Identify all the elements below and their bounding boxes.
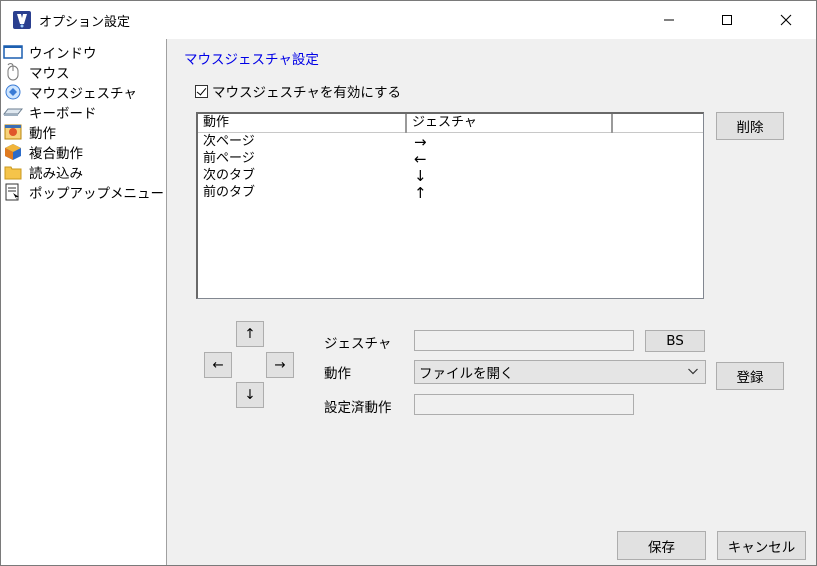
- gesture-label: ジェスチャ: [324, 336, 392, 352]
- sidebar-item-label: マウスジェスチャ: [29, 86, 137, 102]
- table-row[interactable]: 前ページ ←: [198, 151, 703, 168]
- section-title: マウスジェスチャ設定: [184, 52, 319, 68]
- window-title: オプション設定: [39, 15, 131, 30]
- row-gesture: →: [414, 133, 427, 151]
- table-row[interactable]: 前のタブ ↑: [198, 185, 703, 202]
- category-sidebar: ウインドウ マウス マウスジェスチャ キーボード 動作 複合動作 読み込み ポッ…: [1, 39, 167, 565]
- keyboard-icon: [3, 103, 23, 121]
- assigned-action-label: 設定済動作: [324, 400, 392, 416]
- mouse-icon: [3, 63, 23, 81]
- chevron-down-icon: [687, 365, 699, 381]
- action-selected-value: ファイルを開く: [419, 366, 514, 382]
- sidebar-item-compound-action[interactable]: 複合動作: [3, 142, 83, 162]
- table-row[interactable]: 次ページ →: [198, 134, 703, 151]
- gesture-field[interactable]: [414, 330, 634, 351]
- backspace-button[interactable]: BS: [645, 330, 705, 352]
- column-header-gesture[interactable]: ジェスチャ: [407, 114, 613, 133]
- gesture-right-button[interactable]: →: [266, 352, 294, 378]
- row-gesture: ←: [414, 150, 427, 168]
- list-header: 動作 ジェスチャ: [198, 114, 703, 133]
- enable-gesture-label: マウスジェスチャを有効にする: [212, 85, 401, 101]
- sidebar-item-label: 複合動作: [29, 146, 83, 162]
- sidebar-item-mouse-gesture[interactable]: マウスジェスチャ: [3, 82, 137, 102]
- compound-action-icon: [3, 143, 23, 161]
- options-dialog: オプション設定 ウインドウ マウス マウスジェスチャ キーボード 動作 複合動作…: [0, 0, 817, 566]
- close-button[interactable]: [763, 1, 809, 39]
- sidebar-item-label: 読み込み: [29, 166, 83, 182]
- minimize-button[interactable]: [646, 1, 692, 39]
- action-icon: [3, 123, 23, 141]
- gesture-icon: [3, 83, 23, 101]
- row-action: 次のタブ: [203, 168, 256, 183]
- sidebar-item-action[interactable]: 動作: [3, 122, 56, 142]
- gesture-left-button[interactable]: ←: [204, 352, 232, 378]
- sidebar-item-keyboard[interactable]: キーボード: [3, 102, 97, 122]
- row-action: 次ページ: [203, 134, 255, 149]
- checkbox-checked-icon[interactable]: [195, 84, 208, 98]
- action-select[interactable]: ファイルを開く: [414, 360, 706, 384]
- action-label: 動作: [324, 366, 351, 382]
- table-row[interactable]: 次のタブ ↓: [198, 168, 703, 185]
- sidebar-item-label: ポップアップメニュー: [29, 186, 164, 202]
- gesture-down-button[interactable]: ↓: [236, 382, 264, 408]
- cancel-button[interactable]: キャンセル: [717, 531, 806, 560]
- row-action: 前のタブ: [203, 185, 256, 200]
- sidebar-item-label: 動作: [29, 126, 56, 142]
- gesture-list[interactable]: 動作 ジェスチャ 次ページ → 前ページ ← 次のタブ ↓ 前のタブ ↑: [196, 112, 704, 299]
- column-header-extra[interactable]: [613, 114, 702, 133]
- app-icon: [12, 10, 32, 30]
- sidebar-item-mouse[interactable]: マウス: [3, 62, 70, 82]
- sidebar-item-loading[interactable]: 読み込み: [3, 162, 83, 182]
- row-gesture: ↓: [414, 167, 427, 185]
- maximize-button[interactable]: [704, 1, 750, 39]
- sidebar-item-label: キーボード: [29, 106, 97, 122]
- sidebar-item-popup-menu[interactable]: ポップアップメニュー: [3, 182, 164, 202]
- save-button[interactable]: 保存: [617, 531, 706, 560]
- sidebar-item-window[interactable]: ウインドウ: [3, 42, 97, 62]
- row-action: 前ページ: [203, 151, 255, 166]
- enable-gesture-checkbox[interactable]: マウスジェスチャを有効にする: [195, 81, 401, 101]
- column-header-action[interactable]: 動作: [198, 114, 407, 133]
- delete-button[interactable]: 削除: [716, 112, 784, 140]
- gesture-up-button[interactable]: ↑: [236, 321, 264, 347]
- sidebar-item-label: ウインドウ: [29, 46, 97, 62]
- sidebar-item-label: マウス: [29, 66, 70, 82]
- folder-icon: [3, 163, 23, 181]
- row-gesture: ↑: [414, 184, 427, 202]
- assigned-action-field: [414, 394, 634, 415]
- register-button[interactable]: 登録: [716, 362, 784, 390]
- popup-menu-icon: [3, 183, 23, 201]
- title-bar: オプション設定: [1, 1, 816, 39]
- window-icon: [3, 43, 23, 61]
